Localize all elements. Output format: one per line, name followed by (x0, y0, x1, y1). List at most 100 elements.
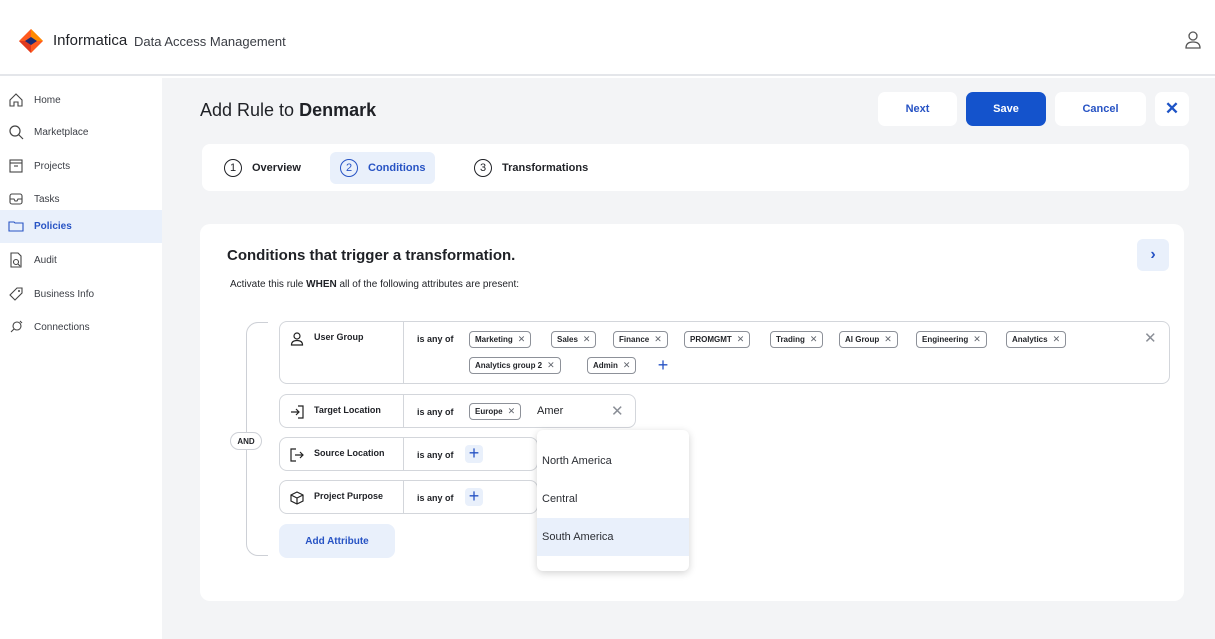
user-profile-icon[interactable] (1184, 30, 1202, 50)
sidebar-item-label: Home (34, 95, 61, 106)
remove-chip-icon[interactable]: ✕ (583, 334, 591, 345)
cube-icon (290, 491, 304, 505)
value-chip: Finance ✕ (613, 331, 668, 348)
condition-attribute: Target Location (280, 395, 404, 427)
chevron-right-icon[interactable]: › (1137, 239, 1169, 271)
operator-label: is any of (417, 334, 454, 344)
tasks-icon (9, 193, 23, 205)
subtitle-pre: Activate this rule (230, 279, 304, 290)
sidebar-item-connections[interactable]: Connections (0, 311, 162, 344)
remove-chip-icon[interactable]: ✕ (623, 360, 631, 371)
add-value-icon[interactable]: + (654, 356, 672, 375)
step-navigation: 1 Overview 2 Conditions 3 Transformation… (202, 144, 1189, 191)
subtitle-post: all of the following attributes are pres… (339, 279, 520, 290)
chip-label: Admin (593, 361, 618, 370)
sidebar-item-label: Policies (34, 221, 72, 232)
value-chip: Marketing ✕ (469, 331, 532, 348)
sidebar: Home Marketplace Projects Tasks Policies… (0, 78, 162, 639)
target-location-input[interactable]: Amer (537, 405, 563, 417)
step-number: 3 (474, 159, 492, 177)
user-icon (290, 332, 304, 346)
home-icon (9, 93, 23, 107)
dropdown-option[interactable]: Central (537, 480, 689, 518)
operator-label: is any of (417, 450, 454, 460)
dropdown-option-highlighted[interactable]: South America (537, 518, 689, 556)
add-value-icon[interactable]: + (465, 444, 483, 463)
value-chip: Europe ✕ (469, 403, 522, 420)
value-chip: Sales ✕ (551, 331, 597, 348)
sidebar-item-label: Connections (34, 322, 90, 333)
value-chip: PROMGMT ✕ (684, 331, 751, 348)
remove-chip-icon[interactable]: ✕ (1053, 334, 1061, 345)
attribute-label: User Group (314, 332, 364, 342)
condition-attribute: User Group (280, 322, 404, 383)
sidebar-item-audit[interactable]: Audit (0, 244, 162, 277)
cancel-button[interactable]: Cancel (1055, 92, 1146, 126)
remove-chip-icon[interactable]: ✕ (508, 406, 516, 417)
sidebar-item-label: Audit (34, 255, 57, 266)
chip-label: Analytics group 2 (475, 361, 543, 370)
remove-condition-icon[interactable]: ✕ (1144, 329, 1157, 347)
product-name: Data Access Management (134, 34, 286, 49)
tag-icon (9, 287, 23, 301)
remove-chip-icon[interactable]: ✕ (518, 334, 526, 345)
save-button[interactable]: Save (966, 92, 1046, 126)
step-label: Transformations (502, 162, 589, 174)
conditions-card: Conditions that trigger a transformation… (200, 224, 1184, 601)
close-button[interactable]: ✕ (1155, 92, 1189, 126)
remove-chip-icon[interactable]: ✕ (973, 334, 981, 345)
step-label: Overview (252, 162, 301, 174)
chip-label: PROMGMT (690, 335, 732, 344)
clear-input-icon[interactable]: ✕ (611, 402, 624, 420)
condition-attribute: Project Purpose (280, 481, 404, 513)
chip-label: AI Group (845, 335, 880, 344)
sidebar-item-label: Business Info (34, 289, 95, 300)
chip-label: Analytics (1012, 335, 1048, 344)
step-overview[interactable]: 1 Overview (214, 152, 311, 184)
value-chip: AI Group ✕ (839, 331, 898, 348)
page-title: Add Rule to Denmark (200, 100, 376, 121)
sidebar-item-projects[interactable]: Projects (0, 150, 162, 183)
dropdown-option[interactable]: North America (537, 442, 689, 480)
brand-name: Informatica (53, 32, 128, 49)
next-button[interactable]: Next (878, 92, 957, 126)
step-number: 1 (224, 159, 242, 177)
add-attribute-button[interactable]: Add Attribute (279, 524, 395, 558)
sign-out-icon (290, 448, 304, 462)
operator-label: is any of (417, 493, 454, 503)
sidebar-item-home[interactable]: Home (0, 84, 162, 117)
condition-row-source-location: Source Location is any of + (279, 437, 538, 471)
attribute-label: Project Purpose (314, 491, 384, 501)
chip-label: Sales (557, 335, 578, 344)
value-chip: Analytics group 2 ✕ (469, 357, 561, 374)
attribute-label: Target Location (314, 405, 381, 415)
audit-icon (10, 252, 22, 268)
operator-label: is any of (417, 407, 454, 417)
remove-chip-icon[interactable]: ✕ (654, 334, 662, 345)
remove-chip-icon[interactable]: ✕ (884, 334, 892, 345)
condition-attribute: Source Location (280, 438, 404, 470)
attribute-label: Source Location (314, 448, 385, 458)
condition-row-project-purpose: Project Purpose is any of + (279, 480, 538, 514)
remove-chip-icon[interactable]: ✕ (737, 334, 745, 345)
chip-label: Finance (619, 335, 650, 344)
condition-row-target-location: Target Location is any of Europe ✕ ✕ (279, 394, 636, 428)
logic-and-badge: AND (230, 432, 262, 450)
sidebar-item-marketplace[interactable]: Marketplace (0, 116, 162, 149)
sidebar-item-business-info[interactable]: Business Info (0, 278, 162, 311)
step-label: Conditions (368, 162, 426, 174)
sidebar-item-label: Tasks (34, 194, 60, 205)
sidebar-item-policies[interactable]: Policies (0, 210, 162, 243)
step-number: 2 (340, 159, 358, 177)
remove-chip-icon[interactable]: ✕ (810, 334, 818, 345)
add-value-icon[interactable]: + (465, 487, 483, 506)
chip-label: Trading (776, 335, 805, 344)
value-chip: Analytics ✕ (1006, 331, 1067, 348)
step-conditions[interactable]: 2 Conditions (330, 152, 436, 184)
value-chip: Engineering ✕ (916, 331, 987, 348)
step-transformations[interactable]: 3 Transformations (464, 152, 598, 184)
page-title-target: Denmark (299, 100, 377, 120)
remove-chip-icon[interactable]: ✕ (547, 360, 555, 371)
conditions-subtitle: Activate this rule WHEN all of the follo… (230, 279, 519, 290)
sidebar-item-label: Marketplace (34, 127, 89, 138)
